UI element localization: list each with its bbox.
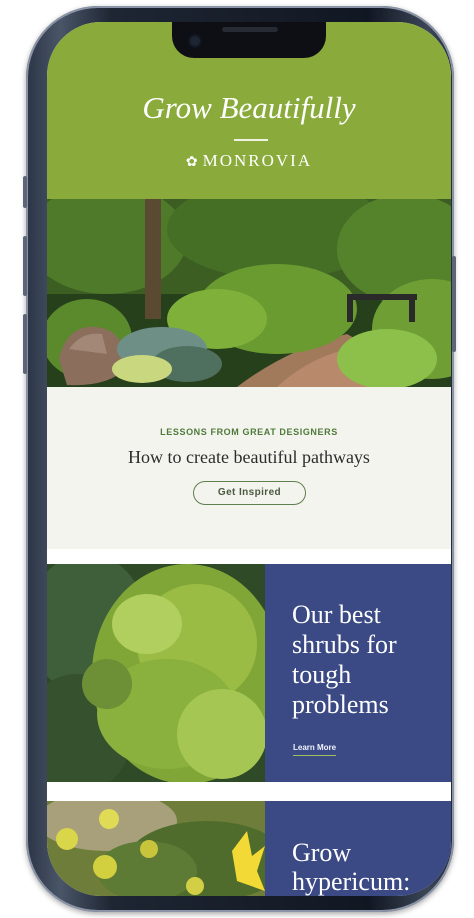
tagline: Grow Beautifully (142, 90, 356, 125)
volume-down-button (23, 314, 27, 374)
silent-switch (23, 176, 27, 208)
learn-more-link[interactable]: Learn More (293, 743, 337, 756)
brand-name: MONROVIA (202, 151, 313, 170)
feature-section: LESSONS FROM GREAT DESIGNERS How to crea… (47, 387, 451, 549)
section-gap (47, 549, 451, 564)
garden-pathway-photo[interactable] (47, 199, 451, 387)
section-gap (47, 782, 451, 801)
promo-title: Grow hypericum: (292, 838, 411, 896)
feature-eyebrow: LESSONS FROM GREAT DESIGNERS (160, 427, 338, 437)
divider-line (234, 139, 268, 141)
brand-logo[interactable]: ✿ MONROVIA (47, 151, 451, 171)
volume-up-button (23, 236, 27, 296)
speaker-grille (222, 27, 278, 32)
leaf-logo-icon: ✿ (185, 155, 200, 170)
front-camera-icon (190, 36, 200, 46)
promo-title: Our best shrubs for tough problems (292, 600, 397, 719)
power-button (452, 256, 456, 352)
email-screen: Grow Beautifully ✿ MONROVIA LESSONS FROM… (47, 22, 451, 896)
get-inspired-button[interactable]: Get Inspired (193, 481, 306, 505)
hypericum-promo: Grow hypericum: (265, 801, 451, 896)
shrubs-promo: Our best shrubs for tough problems Learn… (265, 564, 451, 782)
feature-headline: How to create beautiful pathways (128, 447, 370, 467)
notch (172, 22, 326, 58)
shrub-photo[interactable] (47, 564, 265, 782)
hypericum-photo[interactable] (47, 801, 265, 896)
